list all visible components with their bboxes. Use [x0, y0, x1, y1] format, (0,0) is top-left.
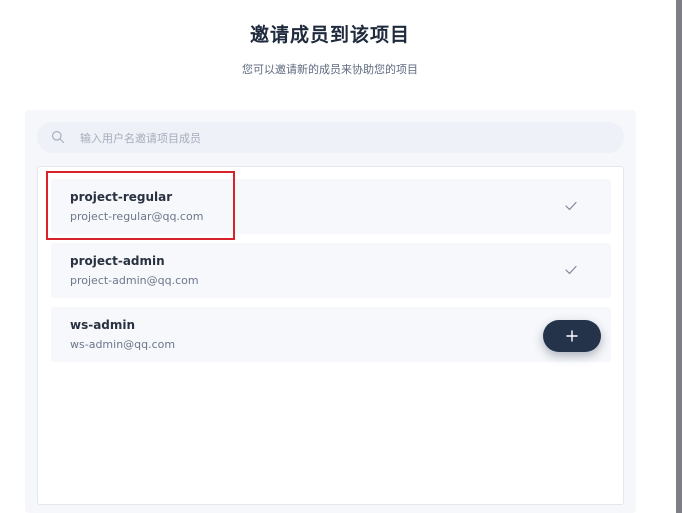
check-icon [565, 201, 577, 211]
member-name: ws-admin [70, 318, 136, 332]
add-member-button[interactable] [543, 320, 601, 352]
member-email: ws-admin@qq.com [70, 338, 176, 351]
plus-icon [566, 330, 578, 342]
scrollbar-edge [676, 0, 682, 513]
member-item-ws-admin[interactable]: ws-admin ws-admin@qq.com [51, 307, 611, 362]
check-icon [565, 265, 577, 275]
member-name: project-admin [70, 254, 165, 268]
member-list: project-regular project-regular@qq.com p… [37, 166, 624, 505]
member-search-box[interactable] [37, 122, 624, 155]
invite-members-page: 邀请成员到该项目 您可以邀请新的成员来协助您的项目 project-regula… [0, 0, 682, 513]
member-item-project-admin[interactable]: project-admin project-admin@qq.com [51, 243, 611, 298]
search-icon [52, 131, 65, 144]
member-email: project-admin@qq.com [70, 274, 199, 287]
page-title: 邀请成员到该项目 [249, 24, 410, 46]
member-name: project-regular [70, 190, 173, 204]
member-search-input[interactable] [78, 122, 602, 155]
member-item-project-regular[interactable]: project-regular project-regular@qq.com [51, 179, 611, 234]
page-subtitle: 您可以邀请新的成员来协助您的项目 [242, 63, 418, 76]
member-email: project-regular@qq.com [70, 210, 204, 223]
